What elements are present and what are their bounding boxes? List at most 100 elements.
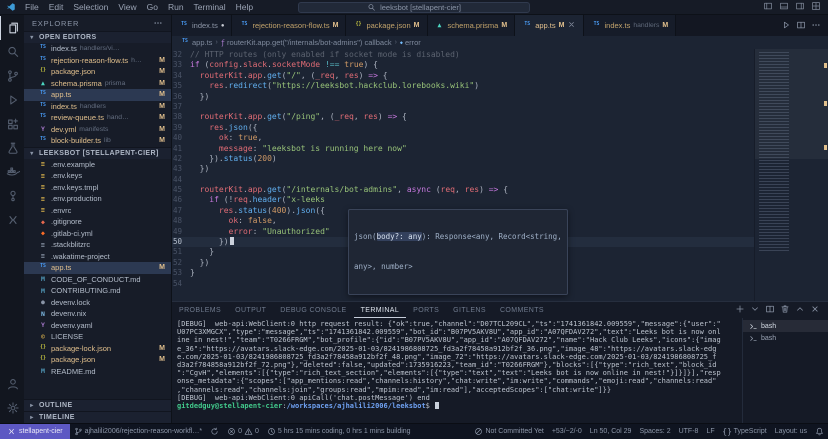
status-keyboard-layout[interactable]: Layout: us [771, 424, 811, 439]
file-item[interactable]: ©LICENSE [24, 331, 171, 343]
file-item[interactable]: ≡.env.production [24, 193, 171, 205]
activity-testing[interactable] [0, 136, 24, 160]
status-eol[interactable]: LF [702, 424, 718, 439]
status-cursor-position[interactable]: Ln 50, Col 29 [586, 424, 636, 439]
activity-explorer[interactable] [0, 16, 24, 40]
activity-settings[interactable] [0, 396, 24, 420]
panel-tab-ports[interactable]: PORTS [406, 302, 446, 318]
menu-help[interactable]: Help [231, 2, 258, 12]
status-problems[interactable]: 00 [223, 424, 263, 439]
panel-tab-debug-console[interactable]: DEBUG CONSOLE [273, 302, 353, 318]
titlebar-customize-layout[interactable] [811, 1, 821, 13]
titlebar-toggle-sidebar[interactable] [763, 1, 773, 13]
file-item[interactable]: {}package-lock.jsonM [24, 343, 171, 355]
titlebar-toggle-panel[interactable] [779, 1, 789, 13]
breadcrumb-item[interactable]: ◆error [400, 38, 421, 47]
editor-tab[interactable]: TSindex.ts● [172, 15, 232, 36]
menu-terminal[interactable]: Terminal [189, 2, 231, 12]
more-actions-button[interactable] [811, 17, 821, 35]
file-item[interactable]: Ydevenv.yaml [24, 320, 171, 332]
split-editor-button[interactable] [796, 17, 806, 35]
remote-indicator[interactable]: stellapent-cier [0, 424, 70, 439]
status-wakatime[interactable]: 5 hrs 15 mins coding, 0 hrs 1 mins build… [263, 424, 415, 439]
file-item[interactable]: ≡.wakatime-project [24, 251, 171, 263]
file-item[interactable]: MCONTRIBUTING.md [24, 285, 171, 297]
file-item[interactable]: {}package.jsonM [24, 354, 171, 366]
file-item[interactable]: ●devenv.lock [24, 297, 171, 309]
status-gitlens-blame[interactable]: Not Committed Yet [470, 424, 547, 439]
panel-tab-gitlens[interactable]: GITLENS [446, 302, 493, 318]
menu-run[interactable]: Run [163, 2, 189, 12]
activity-accounts[interactable] [0, 372, 24, 396]
activity-run-debug[interactable] [0, 88, 24, 112]
breadcrumb-item[interactable]: TSapp.ts [180, 38, 212, 47]
status-language[interactable]: {}TypeScript [719, 424, 771, 439]
workspace-header[interactable]: ▾ LEEKSBOT [STELLAPENT-CIER] [24, 147, 171, 159]
open-editor-item[interactable]: TSreview-queue.tshandlers/a…M [24, 112, 171, 124]
close-panel-button[interactable] [810, 301, 820, 319]
open-editor-item[interactable]: TSapp.tsM [24, 89, 171, 101]
open-editor-item[interactable]: Ydev.ymlmanifestsM [24, 124, 171, 136]
editor-tab[interactable]: TSrejection-reason-flow.tsM [232, 15, 346, 36]
menu-selection[interactable]: Selection [68, 2, 113, 12]
menu-file[interactable]: File [20, 2, 44, 12]
panel-tab-problems[interactable]: PROBLEMS [172, 302, 228, 318]
file-item[interactable]: ≡.env.keys [24, 170, 171, 182]
open-editors-header[interactable]: ▾ OPEN EDITORS [24, 31, 171, 43]
close-tab-button[interactable] [567, 20, 576, 31]
menu-view[interactable]: View [113, 2, 141, 12]
open-editor-item[interactable]: TSrejection-reason-flow.tsha…M [24, 55, 171, 67]
file-item[interactable]: ≡.envrc [24, 205, 171, 217]
code-editor[interactable]: 32// HTTP routes (only enabled if socket… [172, 49, 828, 301]
open-editor-item[interactable]: {}package.jsonM [24, 66, 171, 78]
split-terminal-button[interactable] [765, 301, 775, 319]
panel-tab-output[interactable]: OUTPUT [228, 302, 273, 318]
status-changes[interactable]: +53/~2/-0 [548, 424, 586, 439]
file-item[interactable]: ◆.gitlab-ci.yml [24, 228, 171, 240]
file-item[interactable]: ≡.env.keys.tmpl [24, 182, 171, 194]
new-terminal-button[interactable] [735, 301, 745, 319]
file-item[interactable]: TSapp.tsM [24, 262, 171, 274]
panel-tab-terminal[interactable]: TERMINAL [354, 302, 407, 318]
breadcrumb-item[interactable]: ƒrouterKit.app.get("/internals/bot-admin… [221, 38, 392, 47]
open-editor-item[interactable]: TSindex.tshandlers/views [24, 43, 171, 55]
menu-go[interactable]: Go [142, 2, 163, 12]
editor-tab[interactable]: TSindex.tshandlersM [584, 15, 676, 36]
activity-search[interactable] [0, 40, 24, 64]
file-item[interactable]: ≡.env.example [24, 159, 171, 171]
menu-edit[interactable]: Edit [44, 2, 69, 12]
status-sync[interactable] [206, 424, 223, 439]
editor-tab[interactable]: ▲schema.prismaM [428, 15, 516, 36]
maximize-panel-button[interactable] [795, 301, 805, 319]
titlebar-toggle-secondary-sidebar[interactable] [795, 1, 805, 13]
file-item[interactable]: ≡.stackblitzrc [24, 239, 171, 251]
outline-header[interactable]: ▸ OUTLINE [24, 399, 171, 411]
file-item[interactable]: MCODE_OF_CONDUCT.md [24, 274, 171, 286]
file-item[interactable]: MREADME.md [24, 366, 171, 378]
status-notifications[interactable] [811, 424, 828, 439]
editor-tab[interactable]: TSapp.tsM [515, 15, 584, 36]
activity-remote-explorer[interactable] [0, 208, 24, 232]
terminal-list-item[interactable]: bash [743, 332, 828, 344]
file-item[interactable]: ◆.gitignore [24, 216, 171, 228]
explorer-more-actions-icon[interactable] [153, 18, 163, 28]
timeline-header[interactable]: ▸ TIMELINE [24, 411, 171, 423]
kill-terminal-button[interactable] [780, 301, 790, 319]
editor-tab[interactable]: {}package.jsonM [346, 15, 427, 36]
open-editor-item[interactable]: TSblock-builder.tslibM [24, 135, 171, 147]
minimap[interactable] [754, 49, 828, 301]
status-encoding[interactable]: UTF-8 [675, 424, 703, 439]
activity-docker[interactable] [0, 160, 24, 184]
panel-tab-comments[interactable]: COMMENTS [493, 302, 551, 318]
open-editor-item[interactable]: TSindex.tshandlersM [24, 101, 171, 113]
status-indentation[interactable]: Spaces: 2 [635, 424, 674, 439]
file-item[interactable]: Ndevenv.nix [24, 308, 171, 320]
activity-extensions[interactable] [0, 112, 24, 136]
terminal-profile-dropdown-button[interactable] [750, 301, 760, 319]
command-center-search[interactable]: leeksbot [stellapent-cier] [298, 2, 530, 13]
terminal-output[interactable]: [DEBUG] web-api:WebClient:0 http request… [172, 318, 742, 423]
open-editor-item[interactable]: ▲schema.prismaprismaM [24, 78, 171, 90]
run-file-button[interactable] [781, 17, 791, 35]
activity-gitlens[interactable] [0, 184, 24, 208]
terminal-list-item[interactable]: bash [743, 320, 828, 332]
